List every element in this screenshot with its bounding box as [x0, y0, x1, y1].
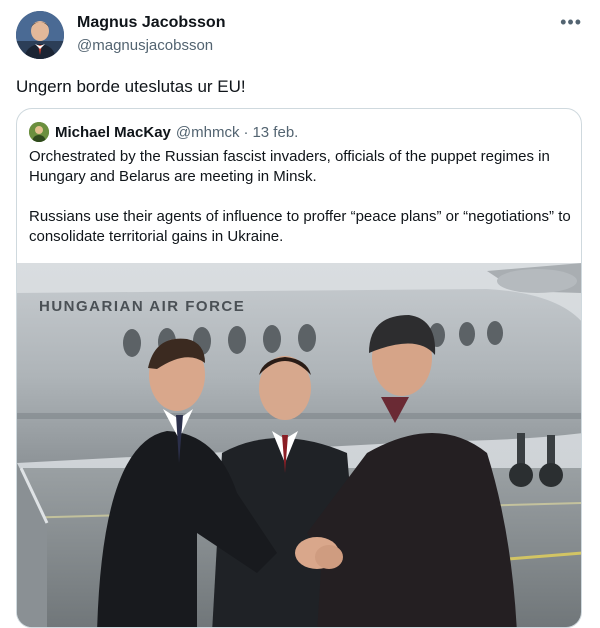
quoted-tweet-body: Orchestrated by the Russian fascist inva… [29, 147, 571, 267]
quoted-author-name[interactable]: Michael MacKay [55, 124, 171, 141]
quoted-tweet[interactable]: Michael MacKay @mhmck · 13 feb. Orchestr… [16, 108, 582, 628]
quoted-tweet-date[interactable]: 13 feb. [252, 124, 298, 141]
author-handle[interactable]: @magnusjacobsson [77, 37, 213, 54]
more-horizontal-icon[interactable]: ••• [560, 12, 582, 33]
quoted-tweet-header: Michael MacKay @mhmck · 13 feb. [29, 121, 298, 143]
quoted-tweet-photo[interactable]: HUNGARIAN AIR FORCE [17, 263, 581, 627]
quoted-paragraph: Russians use their agents of influence t… [29, 208, 571, 245]
meta-separator: · [243, 123, 249, 141]
author-avatar[interactable] [16, 11, 64, 59]
quoted-paragraph: Orchestrated by the Russian fascist inva… [29, 148, 550, 185]
author-name[interactable]: Magnus Jacobsson [77, 14, 225, 32]
quoted-author-avatar[interactable] [29, 122, 49, 142]
aircraft-lettering: HUNGARIAN AIR FORCE [39, 298, 245, 315]
quoted-author-handle[interactable]: @mhmck [176, 124, 240, 141]
tweet-text: Ungern borde uteslutas ur EU! [16, 77, 246, 96]
